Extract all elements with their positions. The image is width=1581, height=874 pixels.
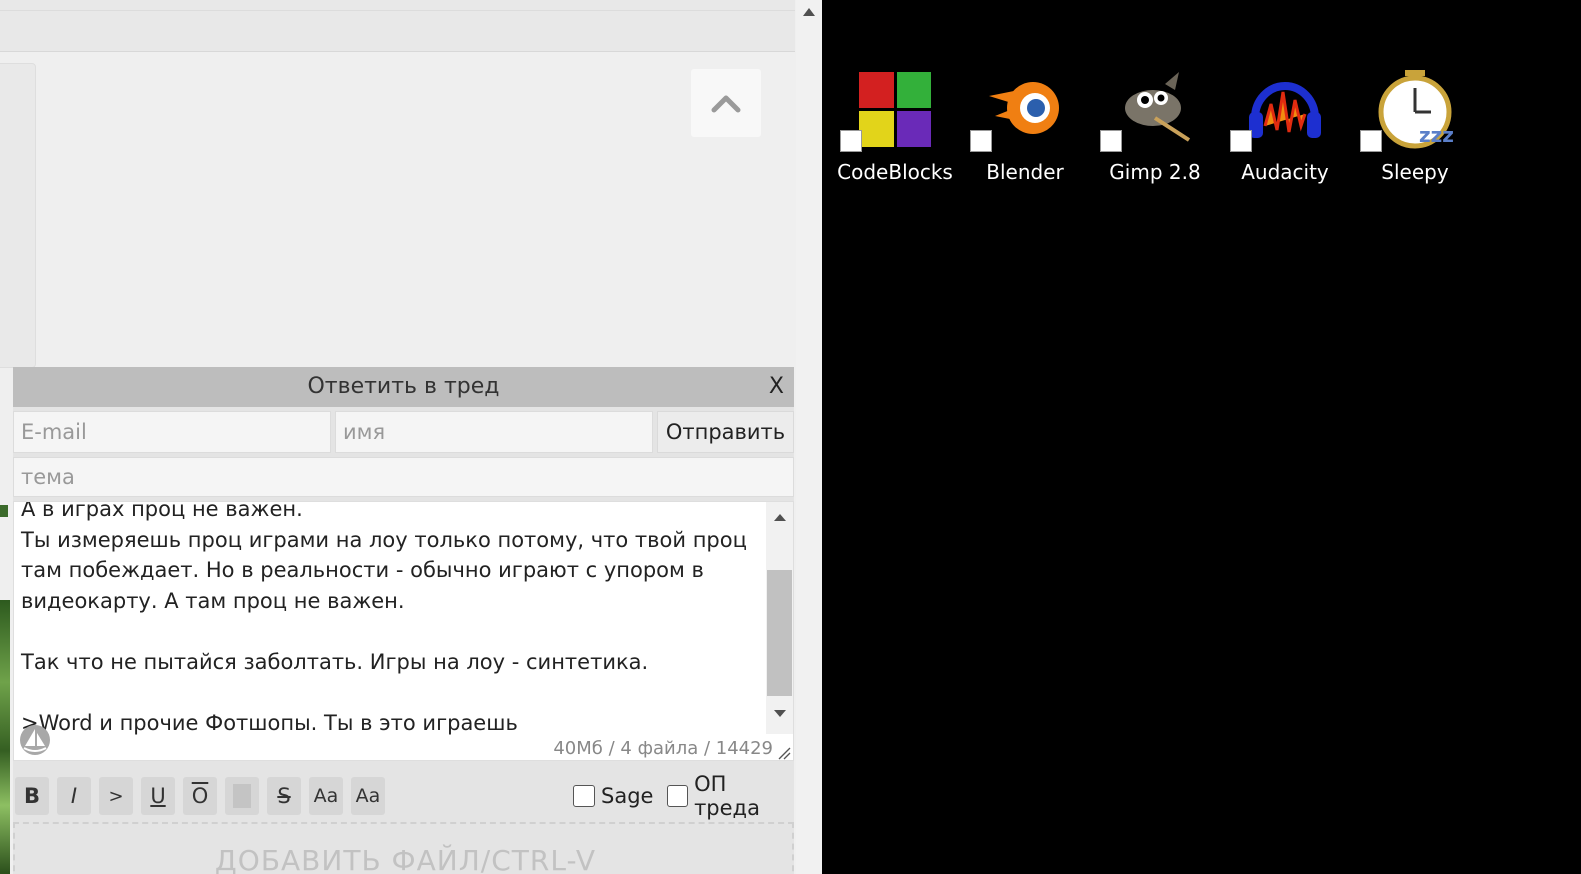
image-thumbnail-edge <box>0 600 10 874</box>
spoiler-button[interactable] <box>225 777 259 815</box>
superscript-button[interactable]: Aa <box>309 777 343 815</box>
desktop-icon-blender[interactable]: Blender <box>960 68 1090 194</box>
page-scrollbar[interactable] <box>796 0 822 874</box>
blender-icon <box>989 82 1059 134</box>
underline-button[interactable]: U <box>141 777 175 815</box>
desktop-icon-label: Sleepy <box>1381 160 1449 184</box>
desktop-icon-audacity[interactable]: Audacity <box>1220 68 1350 194</box>
sage-option[interactable]: Sage <box>573 781 653 811</box>
shortcut-arrow-icon <box>840 130 862 152</box>
svg-text:zzz: zzz <box>1419 123 1454 147</box>
shortcut-arrow-icon <box>1360 130 1382 152</box>
sage-label: Sage <box>601 784 654 808</box>
scroll-up-arrow-icon[interactable] <box>803 8 815 16</box>
sail-logo-icon[interactable] <box>19 724 51 756</box>
strike-button[interactable]: S <box>267 777 301 815</box>
desktop-icon-label: Audacity <box>1241 160 1329 184</box>
send-button[interactable]: Отправить <box>657 411 794 453</box>
shortcut-arrow-icon <box>1100 130 1122 152</box>
sage-checkbox[interactable] <box>573 785 595 807</box>
quote-button[interactable]: > <box>99 777 133 815</box>
spoiler-block-icon <box>233 784 251 808</box>
sleepy-icon: zzz <box>1378 70 1454 149</box>
superscript-label: Aa <box>313 785 339 807</box>
scrollbar-thumb[interactable] <box>767 570 792 696</box>
audacity-icon <box>1249 82 1321 138</box>
italic-button[interactable]: I <box>57 777 91 815</box>
close-button[interactable]: X <box>769 367 784 407</box>
gimp-icon <box>1125 72 1191 142</box>
subscript-label: Aa <box>355 785 381 807</box>
bold-button[interactable]: B <box>15 777 49 815</box>
op-option[interactable]: ОП треда <box>667 772 794 820</box>
shortcut-arrow-icon <box>970 130 992 152</box>
name-field[interactable] <box>335 411 653 453</box>
desktop-icon-label: CodeBlocks <box>837 160 953 184</box>
desktop-icon-codeblocks[interactable]: CodeBlocks <box>830 68 960 194</box>
resize-grip-icon[interactable] <box>777 746 791 760</box>
page-top-bar <box>0 0 795 52</box>
message-textarea[interactable]: А в играх проц не важен. Ты измеряешь пр… <box>13 501 794 761</box>
desktop-icon-gimp[interactable]: Gimp 2.8 <box>1090 68 1220 194</box>
reply-form-header[interactable]: Ответить в тред X <box>13 367 794 407</box>
shortcut-arrow-icon <box>1230 130 1252 152</box>
scroll-to-top-button[interactable] <box>691 69 761 137</box>
browser-viewport: Ответить в тред X Отправить А в играх пр… <box>0 0 822 874</box>
message-scrollbar[interactable] <box>766 502 793 734</box>
chevron-up-icon <box>711 95 741 113</box>
desktop-icon-label: Gimp 2.8 <box>1109 160 1201 184</box>
image-thumbnail-edge <box>0 505 8 517</box>
dropzone-label: ДОБАВИТЬ ФАЙЛ/CTRL-V <box>214 844 597 874</box>
post-panel <box>0 63 36 368</box>
desktop-icon-sleepy[interactable]: zzz Sleepy <box>1350 68 1480 194</box>
upload-limits: 40Мб / 4 файла / 14429 <box>553 738 773 759</box>
overline-button[interactable]: O <box>183 777 217 815</box>
op-label: ОП треда <box>694 772 760 820</box>
desktop-icon-label: Blender <box>986 160 1064 184</box>
desktop: CodeBlocks Blender Gimp 2.8 Audacity zzz… <box>822 0 1581 874</box>
op-checkbox[interactable] <box>667 785 689 807</box>
reply-form-title: Ответить в тред <box>307 374 500 399</box>
file-dropzone[interactable]: ДОБАВИТЬ ФАЙЛ/CTRL-V <box>13 822 794 874</box>
format-toolbar: B I > U O S Aa Aa Sage ОП треда <box>13 772 794 820</box>
subscript-button[interactable]: Aa <box>351 777 385 815</box>
email-field[interactable] <box>13 411 331 453</box>
subject-field[interactable] <box>13 457 794 497</box>
message-text[interactable]: А в играх проц не важен. Ты измеряешь пр… <box>21 502 761 738</box>
scroll-down-arrow-icon[interactable] <box>774 710 786 717</box>
codeblocks-icon <box>859 72 931 147</box>
reply-form: Ответить в тред X Отправить А в играх пр… <box>13 367 794 874</box>
scroll-up-arrow-icon[interactable] <box>774 514 786 521</box>
